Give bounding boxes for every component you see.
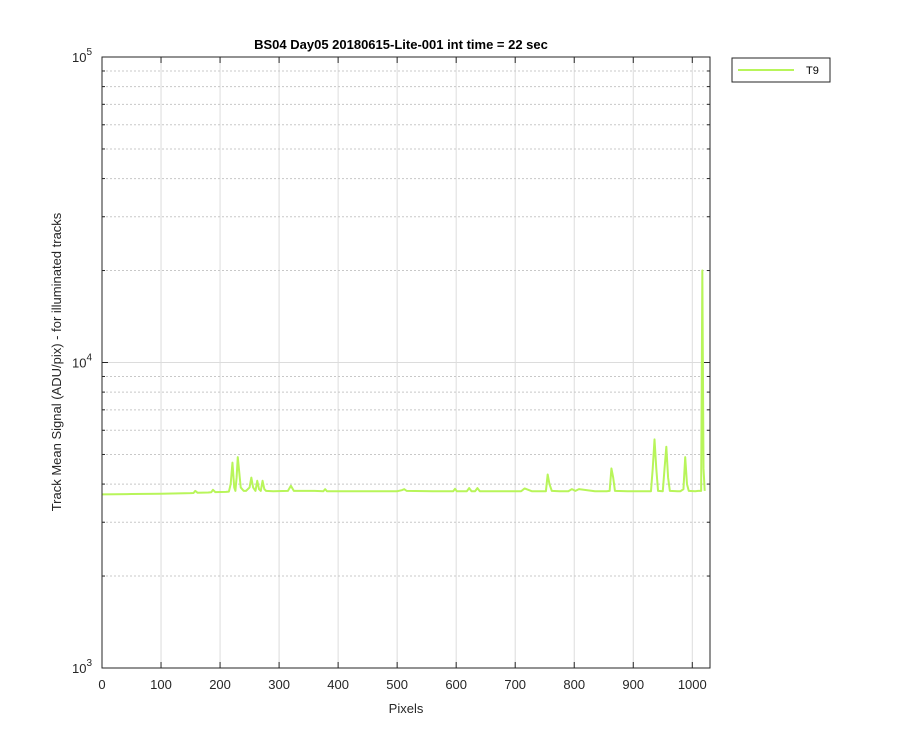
x-tick-label: 400 [327,677,349,692]
x-tick-label: 200 [209,677,231,692]
x-tick-label: 300 [268,677,290,692]
x-tick-label: 600 [445,677,467,692]
x-axis-label: Pixels [389,701,424,716]
y-axis-label: Track Mean Signal (ADU/pix) - for illumi… [49,212,64,511]
figure: 0 100 200 300 400 500 600 700 800 900 1000 103 104 10… [0,0,900,750]
chart-title: BS04 Day05 20180615-Lite-001 int time = … [254,37,548,52]
x-tick-label: 900 [622,677,644,692]
x-tick-label: 100 [150,677,172,692]
x-tick-label: 0 [98,677,105,692]
legend: T9 [731,57,831,83]
legend-label-t9: T9 [806,65,819,77]
x-tick-label: 1000 [678,677,707,692]
x-tick-label: 700 [504,677,526,692]
x-tick-label: 500 [386,677,408,692]
line-chart: 0 100 200 300 400 500 600 700 800 900 100010310410… [0,0,900,750]
x-tick-label: 800 [563,677,585,692]
